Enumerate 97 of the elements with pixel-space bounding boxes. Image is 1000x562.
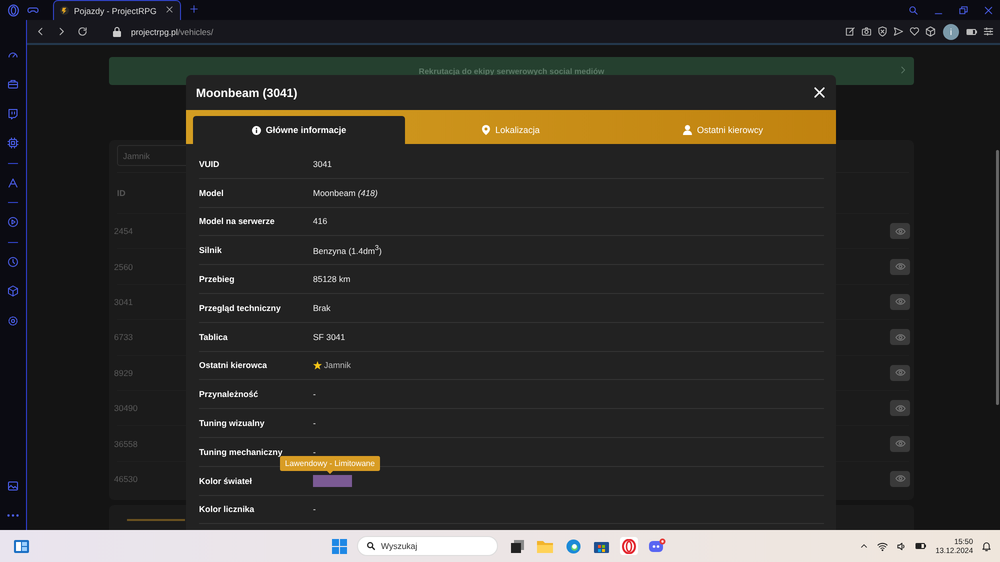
task-view-icon[interactable] [510,540,524,552]
bag-icon[interactable] [7,78,19,90]
field-label: Ostatni kierowca [199,360,268,370]
field-value: Brak [313,302,330,313]
eye-icon [894,261,906,272]
field-label: Tablica [199,332,229,342]
search-icon [366,541,376,551]
field-label: Kolor świateł [199,476,253,486]
table-cell: 30490 [114,403,138,414]
cube-icon[interactable] [925,26,936,37]
favicon-icon [60,6,69,15]
clock-icon[interactable] [7,256,19,268]
heart-icon[interactable] [909,26,920,37]
field-label: Model na serwerze [199,216,276,226]
map-pin-icon [482,125,490,135]
field-value: - [313,446,316,457]
view-button[interactable] [890,400,910,416]
table-cell: 2560 [114,262,133,272]
volume-icon[interactable] [896,540,908,552]
view-button[interactable] [890,329,910,346]
eye-icon [894,402,906,414]
chat-icon[interactable] [7,108,19,120]
peak-icon[interactable] [7,176,19,189]
close-button[interactable] [813,86,826,99]
field-label: Silnik [199,245,223,256]
field-label: Przebieg [199,274,236,284]
dialog-tab[interactable]: Główne informacje [193,116,405,144]
field-value: Benzyna (1.4dm$^{3}$) [313,244,382,256]
person-icon [682,125,692,135]
field-value: 3041 [313,158,332,169]
field-label: Tuning mechaniczny [199,446,284,457]
table-cell: 6733 [114,332,133,342]
browser-logo-icon[interactable] [7,4,20,16]
bell-icon[interactable] [981,540,992,552]
view-button[interactable] [890,470,910,487]
shield-icon[interactable] [877,26,888,37]
scrollbar[interactable] [996,150,999,405]
taskbar-search-field[interactable]: Wyszukaj [357,536,498,556]
wifi-icon[interactable] [877,540,888,552]
sliders-icon[interactable] [983,26,994,37]
chat-app-icon[interactable] [648,538,666,554]
table-cell: 3041 [114,296,133,307]
view-button[interactable] [890,364,910,381]
eye-icon [894,438,906,450]
field-label: Model [199,188,225,198]
gallery-icon[interactable] [7,480,19,492]
camera-icon[interactable] [861,26,872,37]
field-label: Przynależność [199,389,260,400]
view-button[interactable] [890,294,910,310]
field-label: Kolor licznika [199,504,256,514]
table-cell: 8929 [114,368,133,378]
play-icon[interactable] [7,216,19,228]
field-value: 416 [313,216,328,226]
close-icon[interactable] [165,5,174,14]
driver-name[interactable]: Jamnik [324,360,351,370]
store-icon[interactable] [594,539,608,553]
banner-text: Rekrutacja do ekipy serwerowych social mediów [418,66,604,76]
chip-icon[interactable] [7,137,19,150]
eye-icon [894,296,906,308]
search-icon[interactable] [908,4,919,16]
browser-logo-icon[interactable] [622,538,636,554]
field-label: Tuning wizualny [199,418,266,428]
table-cell: 36558 [114,438,138,449]
table-cell: 46530 [114,474,138,484]
eye-icon [894,332,906,343]
restore-icon[interactable] [958,4,969,16]
field-label: VUID [199,158,220,169]
star-icon [313,360,322,370]
view-button[interactable] [890,258,910,275]
field-value: SF 3041 [313,332,346,342]
address-bar[interactable]: projectrpg.pl/vehicles/ [131,26,214,36]
battery-icon[interactable] [915,540,928,552]
field-value: Moonbeam (418) [313,188,378,198]
eye-icon [894,473,906,484]
windows-start-icon[interactable] [332,538,347,554]
field-value: 85128 km [313,274,350,284]
table-cell: 2454 [114,226,133,236]
send-icon[interactable] [893,26,904,37]
lock-icon [113,26,121,36]
view-button[interactable] [890,436,910,452]
view-button[interactable] [890,223,910,240]
eye-icon [894,367,906,378]
close-icon[interactable] [983,4,994,16]
eye-icon [894,226,906,237]
dialog-title: Moonbeam (3041) [196,86,298,100]
reload-icon[interactable] [77,26,88,37]
field-value: - [313,504,316,514]
tooltip: Lawendowy - Limitowane [280,456,380,471]
field-label: Przegląd techniczny [199,302,282,313]
new-tab-icon[interactable] [189,4,199,14]
field-value: - [313,418,316,428]
browser-tab[interactable]: Pojazdy - ProjectRPG [53,0,181,20]
edit-icon[interactable] [845,26,856,37]
info-icon [252,126,261,134]
widgets-icon[interactable] [14,540,29,552]
field-value: - [313,389,316,400]
more-icon[interactable] [7,514,19,517]
